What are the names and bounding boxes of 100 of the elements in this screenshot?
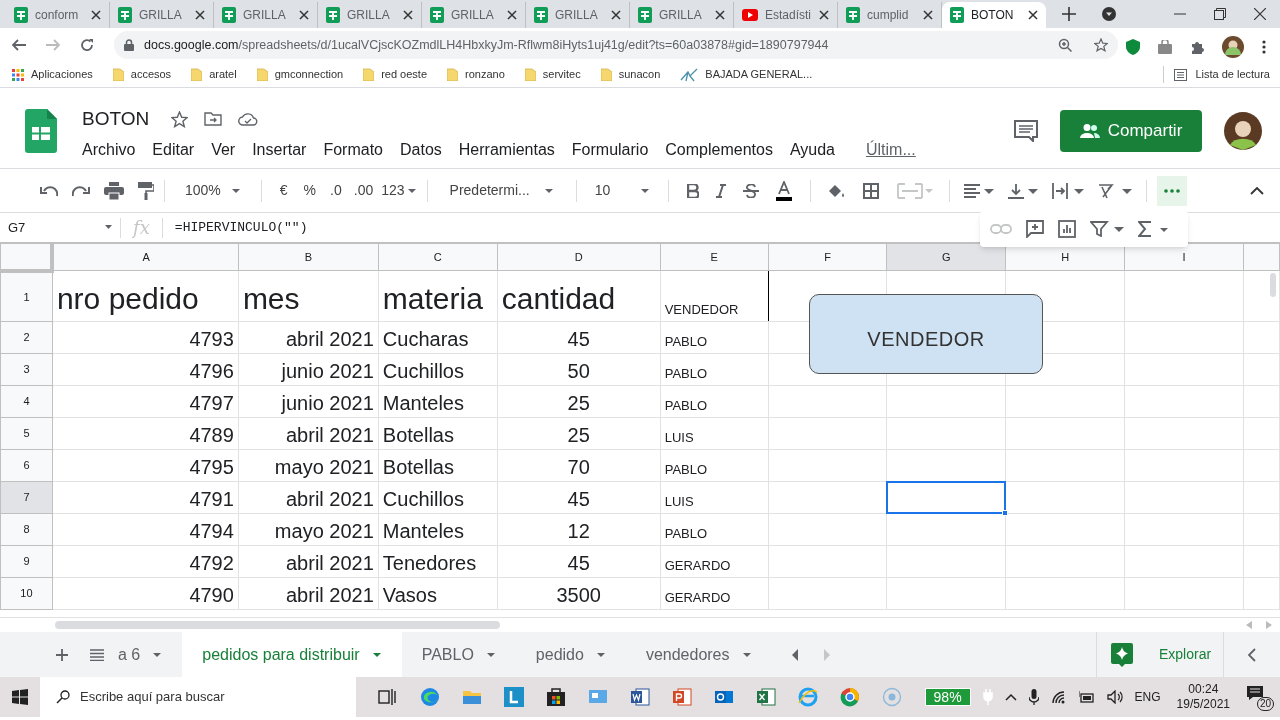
borders-icon[interactable] bbox=[863, 182, 880, 199]
menu-item[interactable]: Ver bbox=[211, 138, 236, 162]
bookmark[interactable]: accesos bbox=[112, 66, 172, 83]
share-button[interactable]: Compartir bbox=[1060, 110, 1202, 152]
row-header[interactable]: 6 bbox=[0, 449, 53, 482]
windows-start-icon[interactable] bbox=[12, 689, 28, 705]
sheet-tab[interactable]: vendedores bbox=[625, 632, 772, 677]
cloud-check-icon[interactable] bbox=[238, 112, 259, 126]
word-document-icon[interactable] bbox=[630, 687, 650, 707]
add-comment-icon[interactable] bbox=[1026, 220, 1044, 238]
undo-icon[interactable] bbox=[40, 184, 58, 197]
sheet-tab[interactable]: pedidos para distribuir bbox=[182, 632, 402, 677]
row-header[interactable]: 9 bbox=[0, 545, 53, 578]
column-header[interactable]: E bbox=[660, 243, 769, 271]
comment-icon[interactable] bbox=[1014, 120, 1038, 142]
column-header[interactable]: C bbox=[378, 243, 498, 271]
move-folder-icon[interactable] bbox=[204, 112, 223, 126]
redo-icon[interactable] bbox=[72, 184, 90, 197]
bookmark[interactable]: gmconnection bbox=[256, 66, 344, 83]
puzzle-icon[interactable] bbox=[1190, 40, 1204, 54]
clock-time[interactable]: 00:24 bbox=[1188, 682, 1219, 697]
star-icon[interactable] bbox=[171, 110, 189, 128]
bookmark[interactable]: aratel bbox=[191, 66, 237, 83]
collapse-icon[interactable] bbox=[1250, 186, 1264, 195]
last-edit-link[interactable]: Últim... bbox=[866, 138, 916, 162]
formula-text[interactable]: =HIPERVINCULO("") bbox=[162, 217, 320, 238]
shield-icon[interactable] bbox=[1126, 39, 1140, 55]
row-header[interactable]: 4 bbox=[0, 385, 53, 418]
bookmark[interactable]: Aplicaciones bbox=[12, 66, 93, 83]
bookmark[interactable]: ronzano bbox=[447, 66, 505, 83]
reload-icon[interactable] bbox=[80, 38, 94, 52]
letter-app-icon[interactable] bbox=[504, 687, 524, 707]
close-icon[interactable] bbox=[91, 10, 101, 20]
close-icon[interactable] bbox=[507, 10, 517, 20]
chevron-up-icon[interactable] bbox=[1004, 693, 1017, 701]
notification-icon[interactable] bbox=[1246, 685, 1264, 701]
browser-circle-icon[interactable] bbox=[840, 687, 860, 707]
align-left-icon[interactable] bbox=[964, 183, 995, 198]
microphone-icon[interactable] bbox=[1028, 689, 1039, 705]
font-size-dropdown[interactable]: 10 bbox=[586, 180, 659, 201]
column-header[interactable]: B bbox=[238, 243, 379, 271]
explore-button[interactable]: Explorar bbox=[1096, 632, 1224, 677]
vendedor-shape-button[interactable]: VENDEDOR bbox=[809, 294, 1043, 374]
reading-list-button[interactable]: Lista de lectura bbox=[1163, 66, 1270, 83]
zoom-dropdown[interactable]: 100% bbox=[175, 180, 251, 201]
chart-icon[interactable] bbox=[1058, 220, 1076, 238]
fill-color-icon[interactable] bbox=[827, 182, 846, 199]
sheet-tab[interactable]: PABLO bbox=[401, 632, 516, 677]
store-bag-icon[interactable] bbox=[546, 687, 566, 707]
number-format-dropdown[interactable]: 123 bbox=[381, 180, 417, 201]
row-header[interactable]: 8 bbox=[0, 513, 53, 546]
strikethrough-icon[interactable] bbox=[743, 183, 760, 198]
column-header[interactable]: D bbox=[497, 243, 661, 271]
menu-item[interactable]: Complementos bbox=[665, 138, 773, 162]
menu-item[interactable]: Formulario bbox=[571, 138, 649, 162]
more-button[interactable] bbox=[1157, 175, 1188, 206]
task-view-icon[interactable] bbox=[378, 687, 398, 707]
bookmark[interactable]: sunacon bbox=[600, 66, 661, 83]
filter-icon[interactable] bbox=[1090, 221, 1124, 237]
vertical-scrollbar[interactable] bbox=[1270, 273, 1276, 297]
row-header[interactable]: 1 bbox=[0, 270, 53, 322]
bookmark[interactable]: BAJADA GENERAL... bbox=[680, 66, 813, 83]
sheet-list-icon[interactable] bbox=[90, 648, 104, 661]
document-title[interactable]: BOTON bbox=[82, 104, 150, 134]
wifi-icon[interactable] bbox=[1050, 690, 1067, 704]
menu-item[interactable]: Herramientas bbox=[458, 138, 555, 162]
profile-avatar-icon[interactable] bbox=[1224, 112, 1262, 150]
battery-icon[interactable] bbox=[1078, 691, 1095, 703]
column-header[interactable]: I bbox=[1124, 243, 1244, 271]
text-wrap-icon[interactable] bbox=[1052, 182, 1085, 199]
increase-decimals-button[interactable]: .00 bbox=[353, 180, 374, 201]
spreadsheet-document-icon[interactable] bbox=[756, 687, 776, 707]
close-icon[interactable] bbox=[923, 10, 933, 20]
sum-icon[interactable] bbox=[1138, 221, 1168, 237]
paint-format-icon[interactable] bbox=[138, 181, 154, 200]
menu-item[interactable]: Insertar bbox=[252, 138, 307, 162]
currency-format-button[interactable]: € bbox=[279, 180, 288, 201]
font-dropdown[interactable]: Predetermi... bbox=[437, 180, 566, 201]
cell-reference-box[interactable]: G7 bbox=[0, 217, 120, 238]
back-arrow-icon[interactable] bbox=[12, 39, 26, 51]
zoom-icon[interactable] bbox=[1058, 38, 1072, 52]
presentation-document-icon[interactable] bbox=[672, 687, 692, 707]
restore-icon[interactable] bbox=[1214, 8, 1226, 20]
close-icon[interactable] bbox=[403, 10, 413, 20]
browser-tab[interactable]: BOTON bbox=[942, 2, 1046, 28]
close-icon[interactable] bbox=[819, 10, 829, 20]
menu-item[interactable]: Editar bbox=[152, 138, 195, 162]
column-header[interactable]: G bbox=[887, 243, 1006, 271]
vertical-align-icon[interactable] bbox=[1008, 182, 1039, 199]
side-panel-expand-icon[interactable] bbox=[1248, 647, 1256, 662]
row-header[interactable]: 3 bbox=[0, 353, 53, 386]
close-icon[interactable] bbox=[1254, 8, 1266, 20]
percent-format-button[interactable]: % bbox=[303, 180, 317, 201]
new-tab-icon[interactable] bbox=[1062, 7, 1076, 21]
language-indicator[interactable]: ENG bbox=[1134, 688, 1161, 706]
more-vert-icon[interactable] bbox=[1262, 40, 1266, 54]
taskbar-search-field[interactable]: Escribe aquí para buscar bbox=[40, 677, 356, 717]
menu-item[interactable]: Archivo bbox=[82, 138, 136, 162]
row-header[interactable]: 7 bbox=[0, 481, 53, 514]
add-sheet-icon[interactable] bbox=[56, 648, 68, 661]
